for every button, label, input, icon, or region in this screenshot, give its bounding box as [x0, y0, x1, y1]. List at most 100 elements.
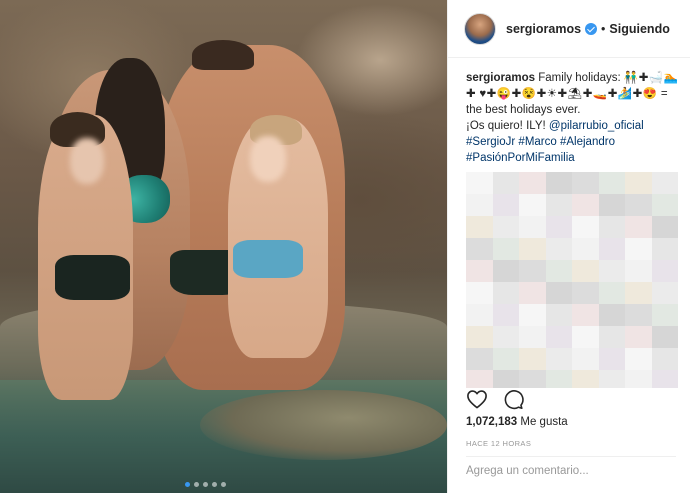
pixel-tile	[492, 238, 519, 260]
pixel-tile	[545, 282, 572, 304]
pixel-tile	[492, 260, 519, 282]
caption-emoji: ♥✚😜✚😵✚☀✚⛱✚🚤✚🏄✚😍	[479, 88, 658, 100]
following-button[interactable]: Siguiendo	[609, 22, 669, 36]
pixel-tile	[572, 304, 599, 326]
comments-area: sergioramos Family holidays: 👬✚🛁🏊✚ ♥✚😜✚😵…	[466, 70, 681, 388]
pixel-tile	[519, 304, 546, 326]
pixel-tile	[519, 282, 546, 304]
pixel-tile	[466, 282, 493, 304]
pixel-tile	[598, 260, 625, 282]
pixel-tile	[625, 238, 652, 260]
pixel-tile	[598, 216, 625, 238]
pixel-tile	[519, 172, 546, 194]
carousel-dots	[185, 482, 226, 487]
hashtag-link[interactable]: #SergioJr	[466, 136, 515, 148]
pixel-tile	[466, 260, 493, 282]
pixel-tile	[572, 326, 599, 348]
pixel-tile	[651, 282, 678, 304]
pixel-tile	[466, 194, 493, 216]
pixel-tile	[545, 370, 572, 388]
pixel-tile	[519, 326, 546, 348]
carousel-dot[interactable]	[185, 482, 190, 487]
pixel-tile	[598, 172, 625, 194]
pixel-tile	[545, 172, 572, 194]
pixel-tile	[492, 370, 519, 388]
pixel-tile	[598, 282, 625, 304]
comment-input[interactable]	[466, 465, 676, 477]
carousel-dot[interactable]	[203, 482, 208, 487]
pixel-tile	[519, 194, 546, 216]
pixel-tile	[492, 326, 519, 348]
pixel-tile	[651, 172, 678, 194]
caption: sergioramos Family holidays: 👬✚🛁🏊✚ ♥✚😜✚😵…	[466, 70, 681, 166]
pixel-tile	[572, 238, 599, 260]
post-sidebar: sergioramos • Siguiendo sergioramos Fami…	[447, 0, 690, 493]
mention-link[interactable]: @pilarrubio_oficial	[549, 120, 644, 132]
username-link[interactable]: sergioramos	[506, 22, 581, 36]
blurred-face	[250, 136, 286, 182]
pixel-tile	[519, 238, 546, 260]
pixel-tile	[598, 194, 625, 216]
caption-text: ¡Os quiero! ILY!	[466, 120, 546, 132]
heart-icon[interactable]	[466, 388, 488, 410]
post-timestamp[interactable]: HACE 12 HORAS	[466, 439, 531, 448]
pixel-tile	[545, 194, 572, 216]
pixel-tile	[598, 326, 625, 348]
action-bar	[466, 388, 524, 410]
pixel-tile	[598, 348, 625, 370]
child-right-shorts	[233, 240, 303, 278]
avatar[interactable]	[464, 12, 496, 45]
likes-count[interactable]: 1,072,183 Me gusta	[466, 416, 568, 428]
pixel-tile	[651, 260, 678, 282]
pixel-tile	[572, 370, 599, 388]
pixel-tile	[545, 260, 572, 282]
pixel-tile	[625, 172, 652, 194]
pixel-tile	[466, 370, 493, 388]
pixel-tile	[545, 348, 572, 370]
pixel-tile	[572, 194, 599, 216]
pixel-tile	[519, 348, 546, 370]
foreground-rock	[200, 390, 447, 460]
pixel-tile	[651, 238, 678, 260]
separator: •	[601, 21, 606, 36]
pixel-tile	[651, 326, 678, 348]
post-photo[interactable]	[0, 0, 447, 493]
pixel-tile	[572, 348, 599, 370]
hashtag-link[interactable]: #Marco	[518, 136, 556, 148]
caption-author[interactable]: sergioramos	[466, 72, 535, 84]
carousel-dot[interactable]	[221, 482, 226, 487]
carousel-dot[interactable]	[194, 482, 199, 487]
pixel-tile	[651, 370, 678, 388]
hashtag-link[interactable]: #PasiónPorMiFamilia	[466, 152, 575, 164]
pixel-tile	[572, 172, 599, 194]
pixel-tile	[519, 370, 546, 388]
pixel-tile	[545, 326, 572, 348]
post-header: sergioramos • Siguiendo	[448, 0, 690, 58]
child-left-shorts	[55, 255, 130, 300]
pixel-tile	[466, 326, 493, 348]
pixel-tile	[651, 304, 678, 326]
pixel-tile	[598, 238, 625, 260]
pixel-tile	[466, 216, 493, 238]
pixel-tile	[466, 348, 493, 370]
carousel-dot[interactable]	[212, 482, 217, 487]
pixel-tile	[651, 216, 678, 238]
blurred-face	[70, 138, 104, 184]
header-text: sergioramos • Siguiendo	[506, 22, 670, 36]
pixel-tile	[492, 282, 519, 304]
verified-badge-icon	[585, 22, 598, 35]
pixel-tile	[625, 282, 652, 304]
pixel-tile	[572, 282, 599, 304]
pixel-tile	[625, 260, 652, 282]
pixel-tile	[598, 370, 625, 388]
pixel-tile	[466, 304, 493, 326]
man-hair	[192, 40, 254, 70]
pixel-tile	[545, 304, 572, 326]
pixel-tile	[651, 348, 678, 370]
likes-number: 1,072,183	[466, 416, 518, 428]
hashtag-link[interactable]: #Alejandro	[560, 136, 615, 148]
pixel-tile	[572, 216, 599, 238]
pixel-tile	[625, 370, 652, 388]
pixel-tile	[492, 172, 519, 194]
comment-bubble-icon[interactable]	[502, 388, 524, 410]
